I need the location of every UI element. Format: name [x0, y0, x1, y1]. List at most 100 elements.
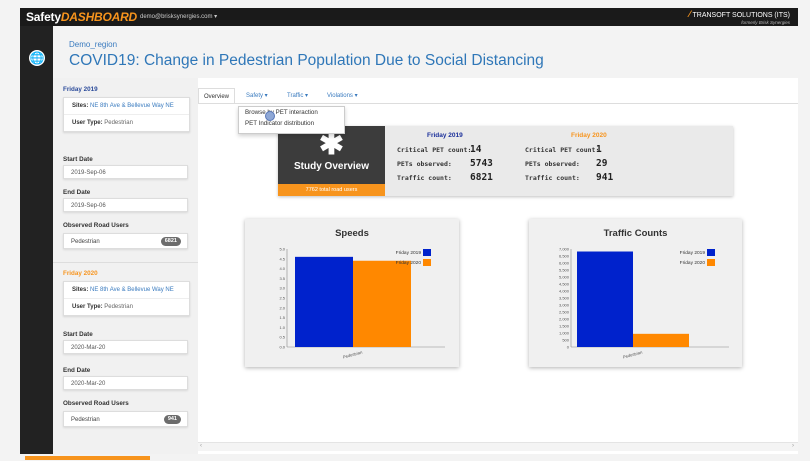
period2-sites-value: NE 8th Ave & Bellevue Way NE — [90, 287, 174, 293]
col1-pets-observed-value: 5743 — [470, 158, 493, 169]
safety-dropdown: Browse by PET interaction PET Indicator … — [238, 106, 345, 134]
legend-swatch — [423, 259, 431, 266]
col1-traffic-count-value: 6821 — [470, 172, 493, 183]
legend-swatch — [707, 259, 715, 266]
period2-end-label: End Date — [63, 367, 91, 374]
y-tick-label: 0 — [567, 345, 570, 350]
company-logo: ⁄ TRANSOFT SOLUTIONS (ITS) formerly Brisk… — [688, 9, 791, 26]
period1-start-label: Start Date — [63, 156, 93, 163]
y-tick-label: 1.0 — [279, 325, 285, 330]
y-tick-label: 2,000 — [559, 317, 570, 322]
x-tick-label: Pedestrian — [342, 349, 363, 359]
user-menu[interactable]: demo@brisksynergies.com ▾ — [140, 13, 217, 20]
legend-label: Friday 2020 — [680, 260, 706, 266]
period2-observed-item[interactable]: Pedestrian 941 — [63, 411, 188, 427]
left-nav: 🌐 — [20, 26, 53, 454]
top-bar: SafetyDASHBOARD demo@brisksynergies.com … — [20, 8, 798, 26]
y-tick-label: 1,500 — [559, 324, 570, 329]
study-overview-label: Study Overview — [293, 161, 370, 172]
period2-end-field[interactable]: 2020-Mar-20 — [63, 376, 188, 390]
y-tick-label: 5.0 — [279, 247, 285, 252]
company-name: TRANSOFT SOLUTIONS (ITS) — [692, 12, 791, 19]
page-header: Demo_region COVID19: Change in Pedestria… — [53, 26, 798, 78]
y-tick-label: 1,000 — [559, 331, 570, 336]
period2-observed-label: Observed Road Users — [63, 400, 129, 407]
col2-critical-pet-value: 1 — [596, 144, 602, 155]
period1-end-field[interactable]: 2019-Sep-06 — [63, 198, 188, 212]
speeds-chart: 0.0 0.5 1.0 1.5 2.0 2.5 3.0 3.5 4.0 4.5 5.0 Pedestr… — [279, 247, 445, 360]
legend-label: Friday 2020 — [396, 260, 422, 266]
period1-start-field[interactable]: 2019-Sep-06 — [63, 165, 188, 179]
company-subtitle: formerly Brisk Synergies — [741, 20, 790, 25]
transoft-mark-icon: ⁄ — [688, 9, 691, 19]
period2-sites-row: Sites: NE 8th Ave & Bellevue Way NE — [64, 282, 189, 299]
horizontal-scrollbar[interactable]: ‹ › — [198, 442, 798, 451]
study-overview-box: ✱ Study Overview — [278, 126, 385, 184]
app-window: SafetyDASHBOARD demo@brisksynergies.com … — [20, 8, 798, 454]
period1-title: Friday 2019 — [63, 86, 98, 93]
col1-critical-pet-value: 14 — [470, 144, 482, 155]
y-tick-label: 2.0 — [279, 305, 285, 310]
page-title: COVID19: Change in Pedestrian Population… — [69, 52, 544, 69]
y-tick-label: 3,000 — [559, 303, 570, 308]
speeds-chart-panel: Speeds 0.0 0.5 1.0 1.5 2.0 2.5 3.0 3.5 4.0 4.5 5.0… — [245, 219, 459, 367]
x-tick-label: Pedestrian — [622, 349, 643, 359]
period2-sites-label: Sites: — [72, 287, 89, 293]
y-tick-label: 6,500 — [559, 254, 570, 259]
y-tick-label: 500 — [562, 338, 569, 343]
tab-underline — [198, 103, 798, 104]
tab-traffic[interactable]: Traffic ▾ — [287, 88, 308, 104]
period2-count-badge: 941 — [163, 415, 181, 424]
tab-bar: Overview Safety ▾ Traffic ▾ Violations ▾ — [198, 88, 798, 104]
sidebar: Friday 2019 Sites: NE 8th Ave & Bellevue… — [53, 78, 198, 454]
bar-friday-2020 — [353, 260, 411, 347]
tab-safety[interactable]: Safety ▾ — [246, 88, 268, 104]
y-tick-label: 4,500 — [559, 282, 570, 287]
period1-usertype-row: User Type: Pedestrian — [64, 115, 189, 131]
y-tick-label: 4.5 — [279, 256, 285, 261]
period2-usertype-value: Pedestrian — [104, 304, 133, 310]
region-link[interactable]: Demo_region — [69, 40, 117, 49]
y-tick-label: 0.0 — [279, 345, 285, 350]
menu-item-pet-distribution[interactable]: PET Indicator distribution — [239, 118, 344, 129]
brand-suffix: DASHBOARD — [60, 10, 138, 24]
bar-friday-2020 — [633, 333, 689, 347]
legend-swatch — [423, 249, 431, 256]
col2-pets-observed-value: 29 — [596, 158, 608, 169]
y-tick-label: 7,000 — [559, 247, 570, 252]
y-tick-label: 6,000 — [559, 261, 570, 266]
period1-sites-row: Sites: NE 8th Ave & Bellevue Way NE — [64, 98, 189, 115]
period1-observed-item[interactable]: Pedestrian 6821 — [63, 233, 188, 249]
scroll-left-icon[interactable]: ‹ — [200, 443, 202, 449]
period1-count-badge: 6821 — [160, 237, 181, 246]
menu-item-browse-pet[interactable]: Browse by PET interaction — [239, 107, 344, 118]
scroll-right-icon[interactable]: › — [792, 443, 794, 449]
y-tick-label: 3.0 — [279, 286, 285, 291]
y-tick-label: 1.5 — [279, 315, 285, 320]
period1-site-card: Sites: NE 8th Ave & Bellevue Way NE User… — [63, 97, 190, 132]
tab-violations[interactable]: Violations ▾ — [327, 88, 358, 104]
brand-logo[interactable]: SafetyDASHBOARD — [26, 10, 137, 24]
tab-overview[interactable]: Overview — [198, 88, 236, 104]
globe-icon[interactable]: 🌐 — [29, 50, 45, 66]
study-total-users: 7762 total road users — [278, 184, 385, 196]
period1-usertype-label: User Type: — [72, 120, 103, 126]
traffic-counts-chart: 0 500 1,000 1,500 2,000 2,500 3,000 3,500 4,000 4… — [559, 247, 729, 360]
col1-pets-observed-label: PETs observed: — [397, 160, 452, 168]
legend-swatch — [707, 249, 715, 256]
traffic-counts-chart-panel: Traffic Counts 0 500 1,000 1,500 2,000 2,500 3… — [529, 219, 742, 367]
bottom-orange-strip — [25, 456, 150, 460]
y-tick-label: 3.5 — [279, 276, 285, 281]
period2-start-field[interactable]: 2020-Mar-20 — [63, 340, 188, 354]
period2-usertype-label: User Type: — [72, 304, 103, 310]
main-content: Overview Safety ▾ Traffic ▾ Violations ▾… — [198, 78, 798, 454]
legend-label: Friday 2019 — [680, 250, 706, 256]
study-overview-panel: ✱ Study Overview 7762 total road users F… — [278, 126, 733, 196]
brand-prefix: Safety — [26, 10, 61, 24]
period1-observed-name: Pedestrian — [71, 239, 100, 245]
mouse-cursor-icon — [265, 111, 275, 121]
legend-label: Friday 2019 — [396, 250, 422, 256]
period1-end-label: End Date — [63, 189, 91, 196]
period2-site-card: Sites: NE 8th Ave & Bellevue Way NE User… — [63, 281, 190, 316]
period2-observed-name: Pedestrian — [71, 417, 100, 423]
